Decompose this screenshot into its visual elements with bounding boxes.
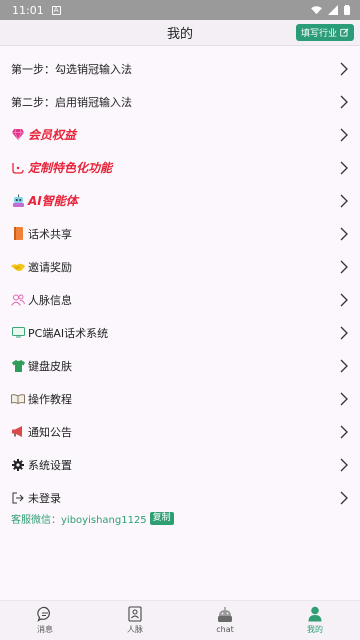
menu-item-label: 人脉信息 (28, 293, 72, 307)
status-bar: 11:01 A (0, 0, 360, 20)
bottom-tab-bar: 消息 人脉 chat 我的 (0, 600, 360, 640)
menu-item-settings[interactable]: 系统设置 (0, 448, 360, 481)
tab-label: 消息 (37, 625, 53, 634)
message-icon (37, 606, 50, 622)
gear-icon (11, 458, 25, 472)
tab-contacts[interactable]: 人脉 (90, 601, 180, 640)
tab-label: 人脉 (127, 625, 143, 634)
fill-industry-button[interactable]: 填写行业 (295, 24, 354, 41)
chevron-right-icon (340, 491, 348, 504)
menu-item-custom-features[interactable]: 定制特色化功能 (0, 151, 360, 184)
menu-item-tutorial[interactable]: 操作教程 (0, 382, 360, 415)
menu-item-login[interactable]: 未登录 (0, 481, 360, 514)
diamond-icon (11, 128, 25, 142)
customer-service-text: 客服微信：yiboyishang1125 (11, 515, 147, 526)
menu-item-label: 通知公告 (28, 425, 72, 439)
menu-item-label: 会员权益 (28, 128, 77, 142)
menu-item-label: AI智能体 (28, 194, 78, 208)
open-book-icon (11, 392, 25, 406)
battery-icon (344, 5, 350, 15)
login-icon (11, 491, 25, 505)
tab-label: chat (216, 625, 234, 634)
custom-icon (11, 161, 25, 175)
fill-industry-label: 填写行业 (300, 29, 337, 39)
chevron-right-icon (340, 392, 348, 405)
menu-item-label: 操作教程 (28, 392, 72, 406)
chevron-right-icon (340, 260, 348, 273)
menu-item-pc-ai-system[interactable]: PC端AI话术系统 (0, 316, 360, 349)
chevron-right-icon (340, 458, 348, 471)
chevron-right-icon (340, 425, 348, 438)
notification-icon: A (51, 5, 61, 15)
chat-bot-icon (218, 607, 232, 622)
menu-item-step2[interactable]: 第二步：启用销冠输入法 (0, 85, 360, 118)
status-time: 11:01 (12, 3, 44, 17)
monitor-icon (11, 326, 25, 340)
menu-item-label: 系统设置 (28, 458, 72, 472)
tab-label: 我的 (307, 625, 323, 634)
menu-item-step1[interactable]: 第一步：勾选销冠输入法 (0, 52, 360, 85)
app-header: 我的 填写行业 (0, 20, 360, 46)
copy-button[interactable]: 复制 (149, 512, 174, 525)
chevron-right-icon (340, 62, 348, 75)
edit-icon (340, 28, 349, 37)
tab-messages[interactable]: 消息 (0, 601, 90, 640)
menu-item-membership[interactable]: 会员权益 (0, 118, 360, 151)
menu-item-ai-agent[interactable]: AI智能体 (0, 184, 360, 217)
signal-icon (328, 5, 338, 15)
menu-list: 第一步：勾选销冠输入法 第二步：启用销冠输入法 会员权益 定制特色化功能 AI智… (0, 52, 360, 514)
tab-mine[interactable]: 我的 (270, 601, 360, 640)
menu-item-contacts-info[interactable]: 人脉信息 (0, 283, 360, 316)
menu-item-label: 定制特色化功能 (28, 161, 113, 175)
handshake-icon (11, 260, 25, 274)
chevron-right-icon (340, 293, 348, 306)
menu-item-label: 第二步：启用销冠输入法 (11, 95, 132, 109)
chevron-right-icon (340, 359, 348, 372)
robot-icon (11, 194, 25, 208)
menu-item-script-share[interactable]: 话术共享 (0, 217, 360, 250)
people-icon (11, 293, 25, 307)
menu-item-label: 未登录 (28, 491, 61, 505)
menu-item-keyboard-skin[interactable]: 键盘皮肤 (0, 349, 360, 382)
wifi-icon (311, 5, 322, 14)
book-icon (11, 227, 25, 241)
tab-chat[interactable]: chat (180, 601, 270, 640)
menu-item-label: 话术共享 (28, 227, 72, 241)
megaphone-icon (11, 425, 25, 439)
chevron-right-icon (340, 326, 348, 339)
chevron-right-icon (340, 95, 348, 108)
chevron-right-icon (340, 227, 348, 240)
menu-item-label: 邀请奖励 (28, 260, 72, 274)
menu-item-label: PC端AI话术系统 (28, 326, 109, 340)
page-title: 我的 (166, 27, 193, 42)
menu-item-invite-reward[interactable]: 邀请奖励 (0, 250, 360, 283)
chevron-right-icon (340, 128, 348, 141)
contacts-icon (128, 606, 142, 622)
menu-item-announcement[interactable]: 通知公告 (0, 415, 360, 448)
menu-item-label: 第一步：勾选销冠输入法 (11, 62, 132, 76)
shirt-icon (11, 359, 25, 373)
menu-item-label: 键盘皮肤 (28, 359, 72, 373)
chevron-right-icon (340, 194, 348, 207)
user-icon (308, 606, 322, 622)
chevron-right-icon (340, 161, 348, 174)
customer-service-wechat: 客服微信：yiboyishang1125 复制 (11, 511, 174, 526)
